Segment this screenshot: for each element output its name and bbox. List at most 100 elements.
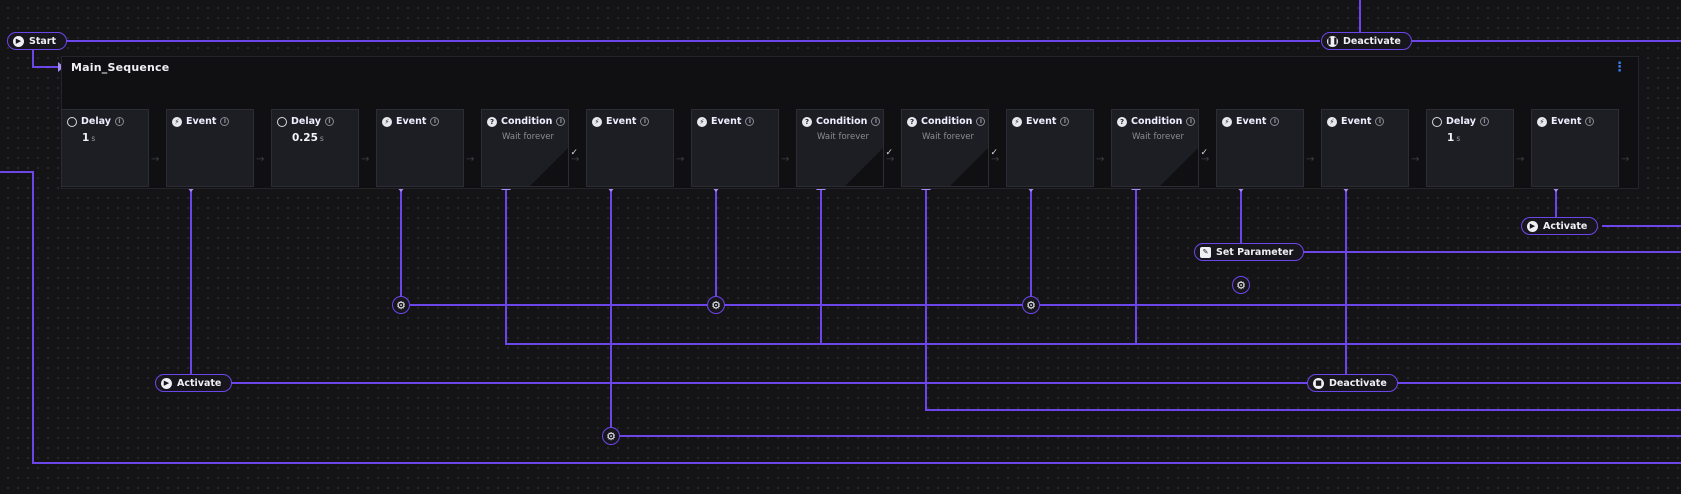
sequence-step-event[interactable]: ⚡ Event i xyxy=(376,109,464,187)
info-icon[interactable]: i xyxy=(871,117,881,126)
step-arrow-icon: → xyxy=(256,154,265,165)
gear-icon[interactable]: ⚙ xyxy=(602,427,620,445)
step-header: Delay i xyxy=(277,116,334,127)
step-value: 1s xyxy=(1447,132,1461,144)
sequence-step-event[interactable]: ⚡ Event i xyxy=(691,109,779,187)
step-header: ⚡ Event i xyxy=(1327,116,1385,127)
step-arrow-icon: → xyxy=(151,154,160,165)
step-arrow-icon: → xyxy=(466,154,475,165)
info-icon[interactable]: i xyxy=(745,117,755,126)
step-arrow-icon: → xyxy=(781,154,790,165)
step-type: Delay xyxy=(291,116,321,127)
step-header: Delay i xyxy=(67,116,124,127)
sequence-step-condition[interactable]: ? Condition i Wait forever ✓ xyxy=(796,109,893,187)
sequence-step-delay[interactable]: Delay i 0.25 s xyxy=(271,109,359,187)
info-icon[interactable]: i xyxy=(640,117,650,126)
step-header: ⚡ Event i xyxy=(1537,116,1595,127)
step-type: Event xyxy=(711,116,742,127)
timer-icon xyxy=(1432,116,1442,127)
step-type: Event xyxy=(606,116,637,127)
gear-icon[interactable]: ⚙ xyxy=(707,296,725,314)
question-icon: ? xyxy=(802,116,812,127)
main-sequence-container[interactable]: Main_Sequence ⋮ Delay i 1 s → ⚡ Event i → Delay i 0… xyxy=(61,56,1639,189)
info-icon[interactable]: i xyxy=(114,117,124,126)
start-label: Start xyxy=(29,35,57,47)
info-icon[interactable]: i xyxy=(1060,117,1070,126)
info-icon[interactable]: i xyxy=(976,117,986,126)
gear-icon[interactable]: ⚙ xyxy=(1022,296,1040,314)
event-icon: ⚡ xyxy=(382,116,392,127)
edit-icon: ✎ xyxy=(1200,246,1211,258)
sequence-step-event[interactable]: ⚡ Event i xyxy=(166,109,254,187)
sequence-step-event[interactable]: ⚡ Event i xyxy=(1216,109,1304,187)
step-header: ⚡ Event i xyxy=(382,116,440,127)
info-icon[interactable]: i xyxy=(430,117,440,126)
set-parameter-label: Set Parameter xyxy=(1216,246,1294,258)
play-icon: ▶ xyxy=(161,377,172,389)
step-arrow-icon: → xyxy=(886,154,895,165)
event-icon: ⚡ xyxy=(697,116,707,127)
sequence-step-condition[interactable]: ? Condition i Wait forever ✓ xyxy=(1111,109,1208,187)
step-header: ⚡ Event i xyxy=(1222,116,1280,127)
step-subtitle: Wait forever xyxy=(922,132,974,142)
start-node[interactable]: ▶ Start xyxy=(7,32,68,50)
activate-node-left[interactable]: ▶ Activate xyxy=(155,374,233,392)
condition-corner xyxy=(1160,148,1198,186)
step-header: ? Condition i xyxy=(907,116,986,127)
info-icon[interactable]: i xyxy=(1270,117,1280,126)
step-type: Condition xyxy=(816,116,868,127)
step-type: Event xyxy=(1026,116,1057,127)
event-icon: ⚡ xyxy=(1327,116,1337,127)
step-type: Event xyxy=(186,116,217,127)
info-icon[interactable]: i xyxy=(1479,117,1489,126)
info-icon[interactable]: i xyxy=(556,117,566,126)
deactivate-label: Deactivate xyxy=(1329,377,1387,389)
step-type: Condition xyxy=(921,116,973,127)
condition-corner xyxy=(845,148,883,186)
condition-corner xyxy=(530,148,568,186)
step-header: ? Condition i xyxy=(1117,116,1196,127)
kebab-menu-icon[interactable]: ⋮ xyxy=(1613,60,1626,75)
step-header: ? Condition i xyxy=(802,116,881,127)
sequence-step-condition[interactable]: ? Condition i Wait forever ✓ xyxy=(901,109,998,187)
deactivate-node-bottom[interactable]: ■ Deactivate xyxy=(1307,374,1398,392)
deactivate-label: Deactivate xyxy=(1343,35,1401,47)
step-arrow-icon: → xyxy=(571,154,580,165)
step-type: Event xyxy=(1341,116,1372,127)
gear-icon[interactable]: ⚙ xyxy=(1232,276,1250,294)
info-icon[interactable]: i xyxy=(1375,117,1385,126)
step-arrow-icon: → xyxy=(676,154,685,165)
step-subtitle: Wait forever xyxy=(1132,132,1184,142)
sequence-step-event[interactable]: ⚡ Event i xyxy=(1321,109,1409,187)
step-arrow-icon: → xyxy=(1411,154,1420,165)
step-type: Delay xyxy=(1446,116,1476,127)
set-parameter-node[interactable]: ✎ Set Parameter xyxy=(1194,243,1305,261)
event-icon: ⚡ xyxy=(592,116,602,127)
event-icon: ⚡ xyxy=(1222,116,1232,127)
step-header: ? Condition i xyxy=(487,116,566,127)
sequence-step-delay[interactable]: Delay i 1 s xyxy=(1426,109,1514,187)
info-icon[interactable]: i xyxy=(220,117,230,126)
activate-node-right[interactable]: ▶ Activate xyxy=(1521,217,1599,235)
pause-icon: ❚❚ xyxy=(1326,35,1339,47)
step-arrow-icon: → xyxy=(1201,154,1210,165)
deactivate-node-top[interactable]: ❚❚ Deactivate xyxy=(1321,32,1412,50)
question-icon: ? xyxy=(1117,116,1127,127)
step-header: ⚡ Event i xyxy=(592,116,650,127)
sequence-step-event[interactable]: ⚡ Event i xyxy=(586,109,674,187)
step-header: ⚡ Event i xyxy=(1012,116,1070,127)
sequence-step-event[interactable]: ⚡ Event i xyxy=(1006,109,1094,187)
step-type: Event xyxy=(1236,116,1267,127)
info-icon[interactable]: i xyxy=(324,117,334,126)
step-header: ⚡ Event i xyxy=(172,116,230,127)
step-header: Delay i xyxy=(1432,116,1489,127)
step-type: Delay xyxy=(81,116,111,127)
sequence-step-event[interactable]: ⚡ Event i xyxy=(1531,109,1619,187)
step-arrow-icon: → xyxy=(361,154,370,165)
info-icon[interactable]: i xyxy=(1585,117,1595,126)
sequence-step-delay[interactable]: Delay i 1 s xyxy=(61,109,149,187)
gear-icon[interactable]: ⚙ xyxy=(392,296,410,314)
info-icon[interactable]: i xyxy=(1186,117,1196,126)
sequence-step-condition[interactable]: ? Condition i Wait forever ✓ xyxy=(481,109,578,187)
step-value: 0.25 s xyxy=(292,132,324,144)
